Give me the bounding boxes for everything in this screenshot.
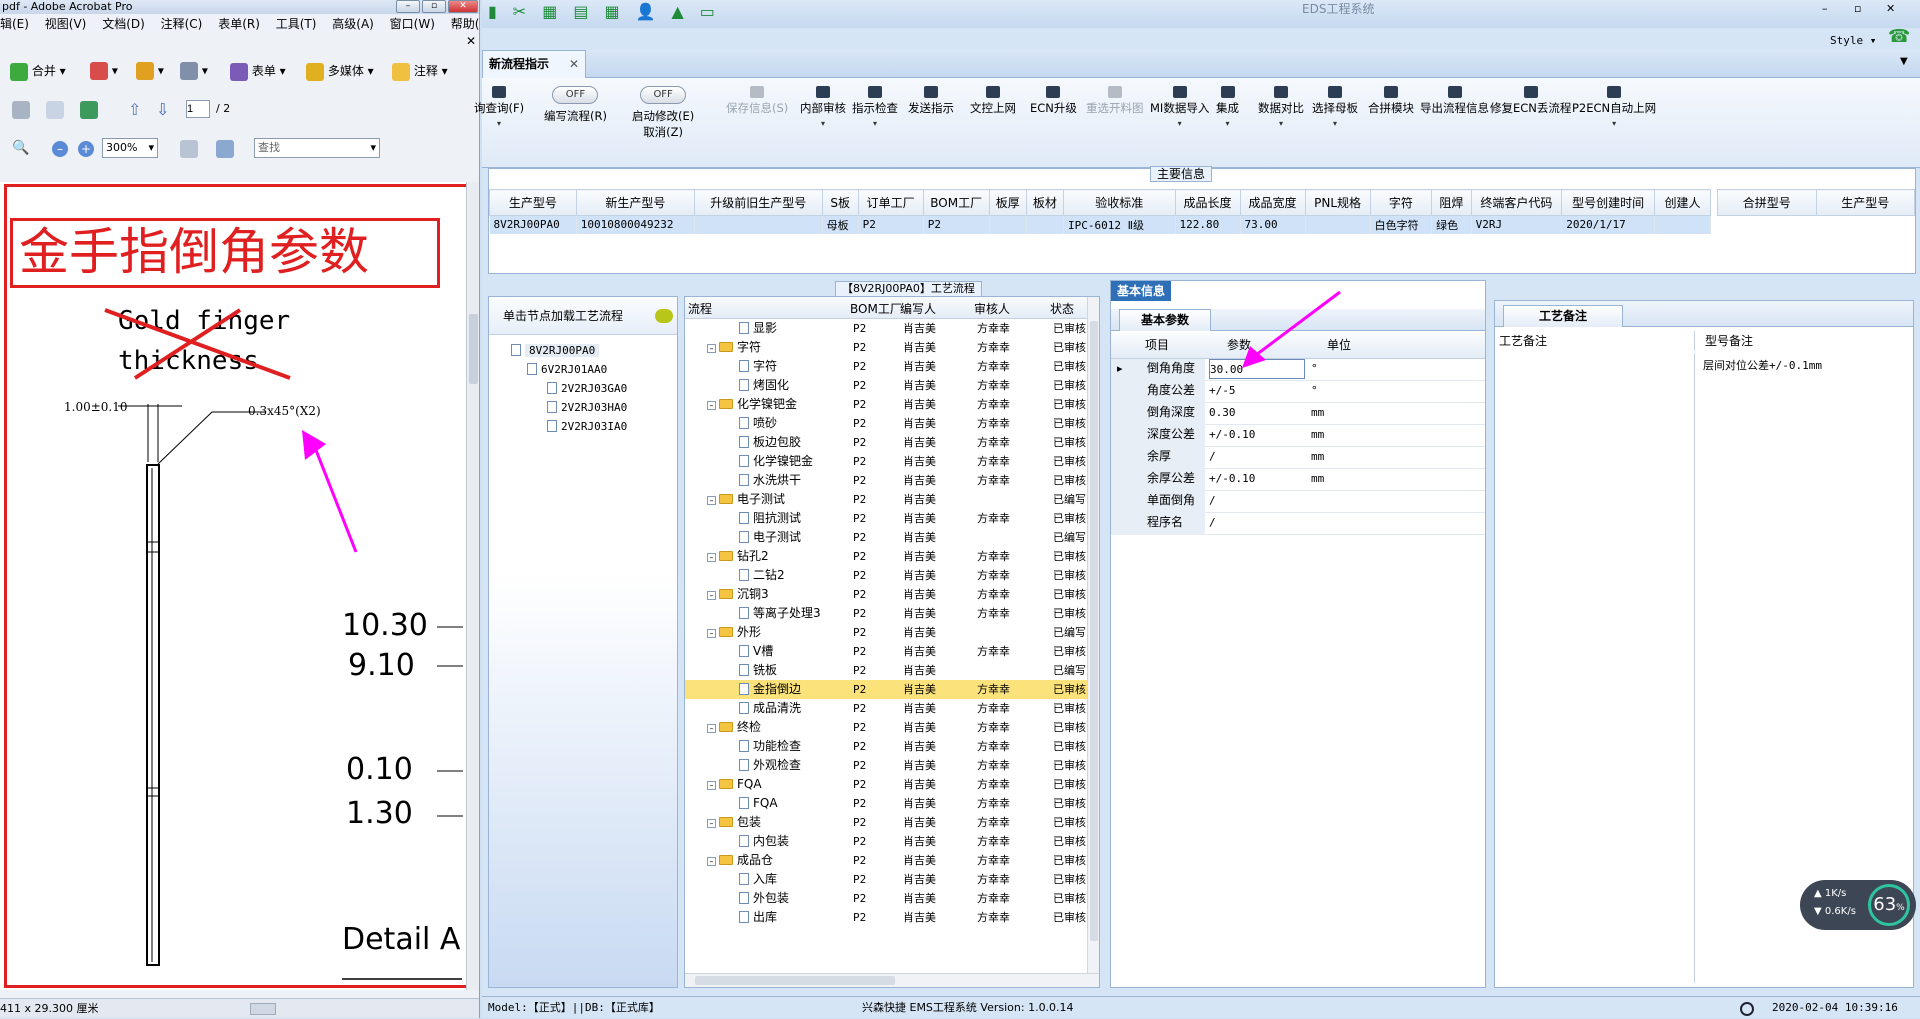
menu-tools[interactable]: 工具(T) [276,17,317,31]
acrobat-title: pdf - Adobe Acrobat Pro [2,0,133,13]
page-number-input[interactable] [186,100,210,118]
merge-button[interactable]: 合并 ▾ [10,62,66,81]
annotation-arrows [1242,290,1341,368]
pdf-icon [90,62,108,80]
email-icon[interactable] [46,101,64,119]
multimedia-button[interactable]: 多媒体 ▾ [306,62,374,81]
forms-button[interactable]: 表单 ▾ [230,62,286,81]
pen-icon [180,62,198,80]
lock-icon [136,62,154,80]
comment-button[interactable]: 注释 ▾ [392,62,448,81]
menu-view[interactable]: 视图(V) [45,17,87,31]
status-time: 2020-02-04 10:39:16 [1772,1001,1898,1014]
multimedia-icon [306,62,324,81]
menu-forms[interactable]: 表单(R) [218,17,260,31]
red-highlight-frame [4,184,479,988]
comment-icon [392,62,410,81]
maximize-button[interactable]: ▫ [422,0,446,13]
save-icon[interactable] [12,101,30,119]
horizontal-scroll-thumb[interactable] [250,1003,276,1015]
acrobat-toolbar-main: 合并 ▾ ▾ ▾ ▾ 表单 ▾ 多媒体 ▾ 注释 ▾ [0,56,479,88]
clock-icon [1740,1002,1754,1016]
menu-window[interactable]: 窗口(W) [390,17,435,31]
acrobat-toolbar-nav: ⇧ ⇩ / 2 [0,96,479,124]
eds-status-bar: Model:【正式】||DB:【正式库】 兴森快捷 EMS工程系统 Versio… [482,996,1920,1018]
status-version: 兴森快捷 EMS工程系统 Version: 1.0.0.14 [862,1001,1074,1014]
acrobat-status-bar: 411 x 29.300 厘米 [0,998,479,1018]
menu-edit[interactable]: 辑(E) [0,17,29,31]
scroll-thumb[interactable] [469,314,478,384]
zoom-tool-icon[interactable]: 🔍 [12,140,29,156]
eds-window: EDS工程系统 ▮✂▦▤▦👤▲▭ – ▫ ✕ Style ▾ ☎ 新流程指示 ✕ … [474,0,1920,1018]
pdf-vertical-scrollbar[interactable] [466,182,479,990]
zoom-out-icon[interactable]: – [52,141,68,157]
menu-document[interactable]: 文档(D) [102,17,145,31]
status-model: Model:【正式】||DB:【正式库】 [488,1001,660,1014]
zoom-in-icon[interactable]: + [78,141,94,157]
minimize-button[interactable]: – [396,0,420,13]
sign-button[interactable]: ▾ [180,62,208,80]
acrobat-menu-bar: 辑(E) 视图(V) 文档(D) 注释(C) 表单(R) 工具(T) 高级(A)… [0,14,479,34]
secure-button[interactable]: ▾ [136,62,164,80]
fullscreen-icon[interactable] [216,140,234,158]
close-doc-icon[interactable]: ✕ [466,34,476,48]
next-page-icon[interactable]: ⇩ [156,100,169,119]
acrobat-window: pdf - Adobe Acrobat Pro – ▫ ✕ 辑(E) 视图(V)… [0,0,480,1018]
create-pdf-button[interactable]: ▾ [90,62,118,80]
upload-icon[interactable] [80,101,98,119]
prev-page-icon[interactable]: ⇧ [128,100,141,119]
page-size-text: 411 x 29.300 厘米 [0,1002,99,1015]
menu-advanced[interactable]: 高级(A) [332,17,374,31]
forms-icon [230,62,248,81]
menu-help[interactable]: 帮助(H) [451,17,479,31]
menu-comment[interactable]: 注释(C) [161,17,203,31]
find-input[interactable]: 查找 ▾ [254,138,380,158]
zoom-select[interactable]: 300% ▾ [102,138,158,158]
merge-icon [10,62,28,81]
acrobat-toolbar-zoom: 🔍 – + 300% ▾ 查找 ▾ [0,134,479,164]
fit-page-icon[interactable] [180,140,198,158]
page-total: / 2 [216,102,231,115]
close-button[interactable]: ✕ [448,0,478,13]
